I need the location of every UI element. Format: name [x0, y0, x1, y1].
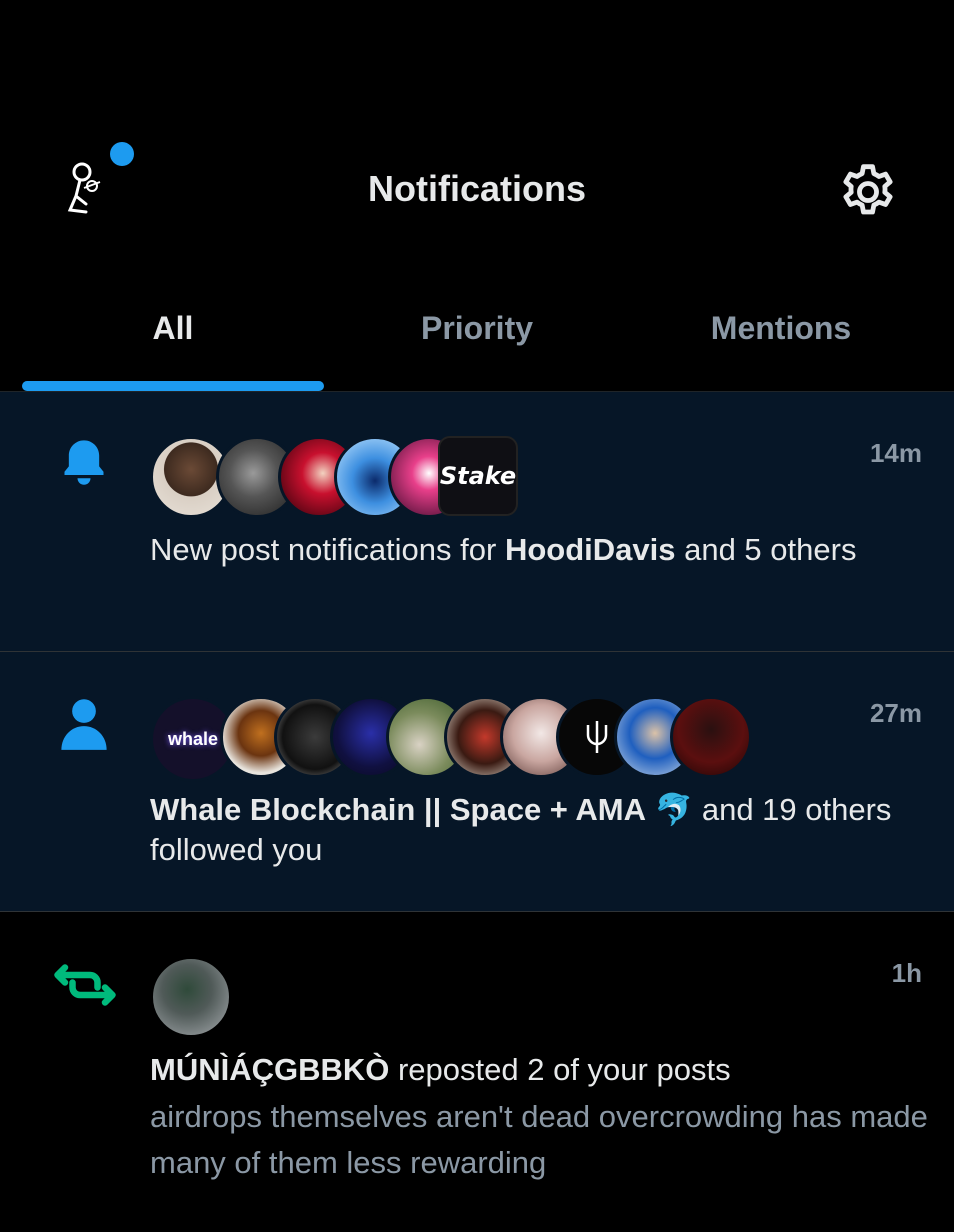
notification-user-name[interactable]: Whale Blockchain || Space + AMA: [150, 792, 646, 827]
tab-priority[interactable]: Priority: [318, 290, 636, 390]
notification-text-suffix: and 5 others: [675, 532, 857, 567]
notification-user-name[interactable]: MÚNÌÁÇGBBKÒ: [150, 1052, 389, 1087]
avatar-badge-label: whale: [167, 728, 219, 749]
tab-priority-label: Priority: [420, 310, 534, 346]
avatar-stack: whale: [150, 696, 752, 782]
timestamp: 14m: [869, 438, 922, 468]
bell-icon: [58, 436, 110, 493]
header: Notifications All Priority Mentions: [0, 0, 954, 392]
notification-text: MÚNÌÁÇGBBKÒ reposted 2 of your posts: [150, 1050, 910, 1090]
unread-dot: [110, 142, 134, 166]
tab-mentions[interactable]: Mentions: [622, 290, 940, 390]
notification-text: Whale Blockchain || Space + AMA 🐬 and 19…: [150, 790, 910, 870]
person-icon: [58, 696, 110, 757]
avatar-stack: Stake: [150, 436, 530, 518]
notification-text: New post notifications for HoodiDavis an…: [150, 530, 910, 570]
avatar-badge-label: Stake: [439, 462, 517, 490]
notification-item[interactable]: 27m whale Whale Blockchain || Space + AM…: [0, 652, 954, 912]
timestamp: 27m: [869, 698, 922, 728]
trident-icon: [586, 721, 608, 753]
avatar[interactable]: [150, 956, 232, 1038]
tab-all-label: All: [152, 310, 194, 346]
tab-mentions-label: Mentions: [710, 310, 852, 346]
post-preview-text[interactable]: airdrops themselves aren't dead overcrow…: [150, 1094, 930, 1186]
page-title: Notifications: [367, 168, 586, 209]
active-tab-indicator: [22, 381, 324, 391]
avatar[interactable]: [670, 696, 752, 778]
avatar[interactable]: Stake: [438, 436, 518, 516]
gear-icon[interactable]: [836, 160, 900, 224]
notification-text-prefix: New post notifications for: [150, 532, 505, 567]
timestamp: 1h: [891, 958, 922, 988]
notification-user-name[interactable]: HoodiDavis: [505, 532, 676, 567]
dolphin-emoji-icon: 🐬: [654, 792, 694, 827]
repost-icon: [52, 960, 118, 1015]
notification-item[interactable]: 1h MÚNÌÁÇGBBKÒ reposted 2 of your posts …: [0, 912, 954, 1232]
avatar-stack: [150, 956, 240, 1038]
tab-bar: All Priority Mentions: [0, 290, 954, 392]
notification-item[interactable]: 14m Stake New post notifications for Hoo…: [0, 392, 954, 652]
tab-all[interactable]: All: [14, 290, 332, 390]
notification-text-suffix: reposted 2 of your posts: [389, 1052, 731, 1087]
